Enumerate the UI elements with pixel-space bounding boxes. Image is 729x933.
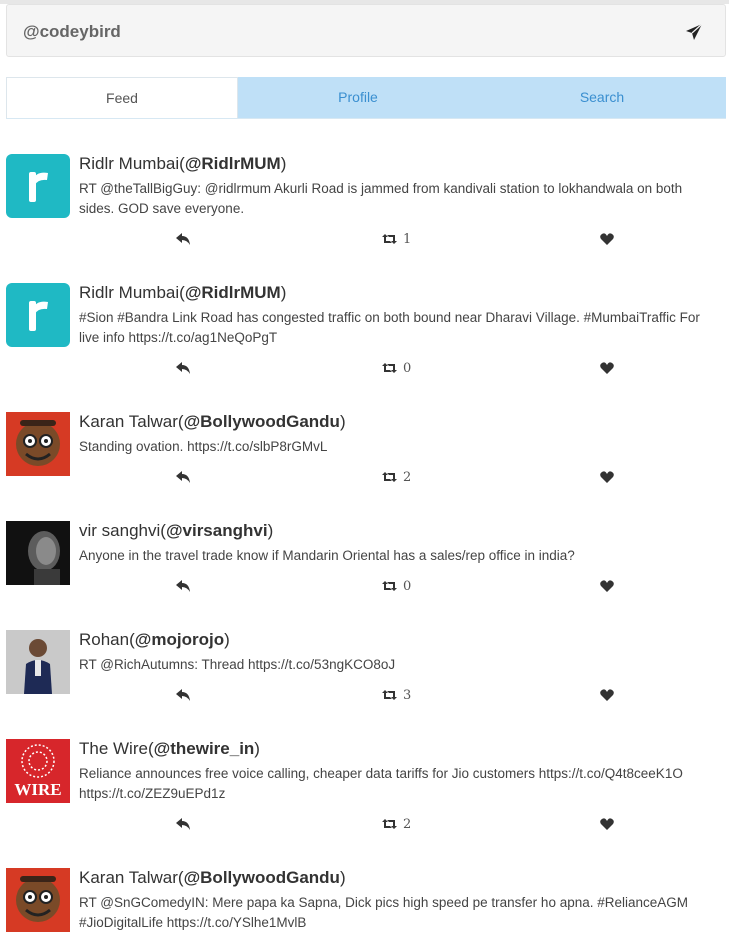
tweet-text: Reliance announces free voice calling, c… (79, 766, 683, 801)
heart-icon (600, 362, 614, 374)
tweet-actions: 2 (6, 815, 726, 833)
tweet-actions: 1 (6, 230, 726, 248)
heart-icon (600, 471, 614, 483)
heart-icon (600, 689, 614, 701)
reply-icon (176, 818, 190, 830)
paper-plane-icon[interactable] (685, 23, 703, 41)
reply-icon (176, 362, 190, 374)
like-button[interactable] (600, 230, 614, 248)
retweet-icon (382, 581, 397, 591)
tweet-text: RT @theTallBigGuy: @ridlrmum Akurli Road… (79, 181, 683, 216)
retweet-count: 3 (403, 687, 412, 703)
tweet-author[interactable]: The Wire(@thewire_in) (79, 739, 719, 759)
reply-button[interactable] (176, 468, 190, 486)
author-handle[interactable]: @thewire_in (154, 739, 255, 758)
author-handle[interactable]: @mojorojo (135, 630, 224, 649)
tweet-author[interactable]: vir sanghvi(@virsanghvi) (79, 521, 719, 541)
avatar (6, 630, 70, 694)
tweet-actions: 2 (6, 468, 726, 486)
retweet-button[interactable]: 1 (382, 230, 411, 248)
reply-button[interactable] (176, 359, 190, 377)
retweet-button[interactable]: 2 (382, 815, 411, 833)
tab-search[interactable]: Search (478, 77, 726, 118)
reply-icon (176, 471, 190, 483)
heart-icon (600, 580, 614, 592)
tweet-text: Standing ovation. https://t.co/slbP8rGMv… (79, 439, 328, 454)
avatar (6, 521, 70, 585)
heart-icon (600, 818, 614, 830)
avatar (6, 283, 70, 347)
author-name: The Wire (79, 739, 148, 758)
avatar (6, 412, 70, 476)
retweet-count: 1 (403, 231, 412, 247)
tweet-text: RT @RichAutumns: Thread https://t.co/53n… (79, 657, 396, 672)
retweet-button[interactable]: 3 (382, 686, 411, 704)
retweet-icon (382, 234, 397, 244)
heart-icon (600, 233, 614, 245)
retweet-count: 0 (403, 578, 412, 594)
reply-button[interactable] (176, 230, 190, 248)
tweet-actions: 0 (6, 577, 726, 595)
reply-icon (176, 233, 190, 245)
author-name: Ridlr Mumbai (79, 154, 180, 173)
tweet-text: Anyone in the travel trade know if Manda… (79, 548, 575, 563)
reply-button[interactable] (176, 577, 190, 595)
like-button[interactable] (600, 686, 614, 704)
tab-profile[interactable]: Profile (238, 77, 478, 118)
retweet-icon (382, 472, 397, 482)
retweet-button[interactable]: 2 (382, 468, 411, 486)
author-handle[interactable]: @RidlrMUM (185, 154, 281, 173)
retweet-count: 2 (403, 816, 412, 832)
tweet-text: RT @SnGComedyIN: Mere papa ka Sapna, Dic… (79, 895, 689, 930)
tweet-actions: 0 (6, 359, 726, 377)
avatar: WIRE (6, 739, 70, 803)
author-name: Ridlr Mumbai (79, 283, 180, 302)
tab-feed[interactable]: Feed (6, 77, 238, 118)
tweet-author[interactable]: Ridlr Mumbai(@RidlrMUM) (79, 154, 719, 174)
author-handle[interactable]: @virsanghvi (166, 521, 268, 540)
tab-bar: Feed Profile Search (6, 77, 726, 119)
retweet-button[interactable]: 0 (382, 577, 411, 595)
author-handle[interactable]: @BollywoodGandu (184, 868, 340, 887)
author-handle[interactable]: @BollywoodGandu (184, 412, 340, 431)
retweet-icon (382, 363, 397, 373)
retweet-count: 2 (403, 469, 412, 485)
tweet-author[interactable]: Ridlr Mumbai(@RidlrMUM) (79, 283, 719, 303)
tweet-author[interactable]: Karan Talwar(@BollywoodGandu) (79, 412, 719, 432)
svg-text:WIRE: WIRE (14, 780, 61, 799)
reply-icon (176, 580, 190, 592)
author-name: Rohan (79, 630, 130, 649)
tweet-text: #Sion #Bandra Link Road has congested tr… (79, 310, 700, 345)
twitter-client: @codeybird Feed Profile Search Ridlr Mum… (0, 0, 729, 933)
tweet-actions: 3 (6, 686, 726, 704)
tweet-author[interactable]: Karan Talwar(@BollywoodGandu) (79, 868, 719, 888)
like-button[interactable] (600, 468, 614, 486)
avatar (6, 154, 70, 218)
author-handle[interactable]: @RidlrMUM (185, 283, 281, 302)
author-name: Karan Talwar (79, 868, 178, 887)
reply-button[interactable] (176, 686, 190, 704)
compose-bar[interactable]: @codeybird (6, 4, 726, 57)
retweet-icon (382, 819, 397, 829)
like-button[interactable] (600, 577, 614, 595)
reply-button[interactable] (176, 815, 190, 833)
author-name: vir sanghvi (79, 521, 161, 540)
user-handle: @codeybird (23, 22, 121, 41)
retweet-button[interactable]: 0 (382, 359, 411, 377)
retweet-count: 0 (403, 360, 412, 376)
avatar (6, 868, 70, 932)
author-name: Karan Talwar (79, 412, 178, 431)
like-button[interactable] (600, 815, 614, 833)
reply-icon (176, 689, 190, 701)
like-button[interactable] (600, 359, 614, 377)
tweet-author[interactable]: Rohan(@mojorojo) (79, 630, 719, 650)
retweet-icon (382, 690, 397, 700)
